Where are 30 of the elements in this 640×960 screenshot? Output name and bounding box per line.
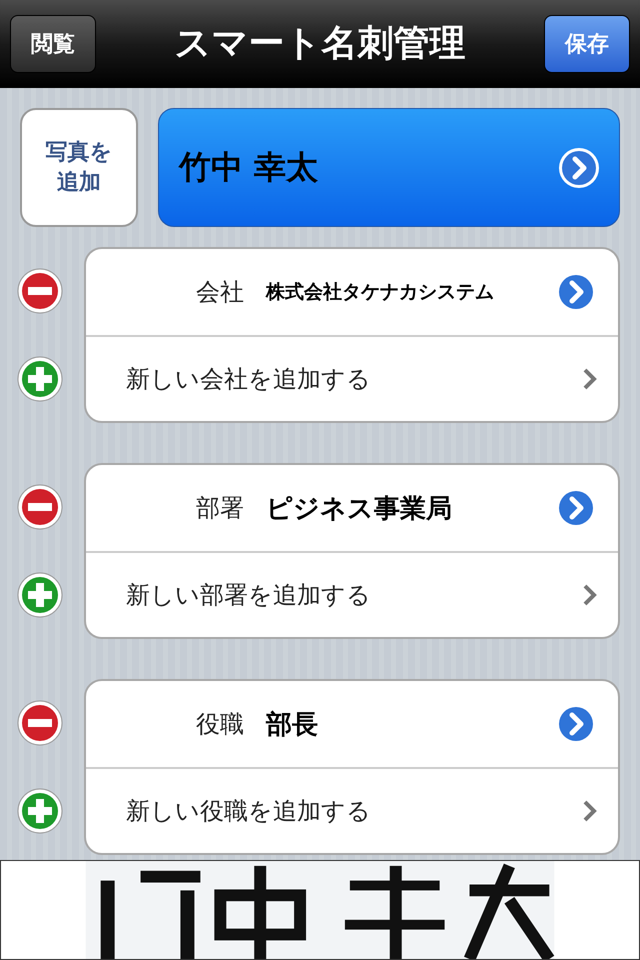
name-button[interactable]: 竹中 幸太	[158, 108, 620, 227]
remove-icon[interactable]	[16, 699, 64, 747]
add-icon[interactable]	[16, 787, 64, 835]
add-row[interactable]: 新しい部署を追加する	[86, 551, 618, 637]
field-value: 株式会社タケナカシステム	[266, 280, 495, 305]
field-label: 会社	[196, 277, 245, 308]
chevron-icon	[582, 799, 598, 823]
add-row[interactable]: 新しい役職を追加する	[86, 767, 618, 853]
browse-button[interactable]: 閲覧	[10, 14, 96, 72]
add-label: 新しい会社を追加する	[126, 364, 372, 395]
field-row[interactable]: 会社 株式会社タケナカシステム	[86, 249, 618, 335]
add-row[interactable]: 新しい会社を追加する	[86, 335, 618, 421]
app-title: スマート名刺管理	[174, 22, 466, 66]
field-value: ピジネス事業局	[266, 492, 453, 526]
field-label: 役職	[196, 709, 245, 740]
field-label: 部署	[196, 493, 245, 524]
chevron-icon	[582, 367, 598, 391]
save-button[interactable]: 保存	[544, 14, 630, 72]
field-value: 部長	[266, 708, 319, 742]
add-icon[interactable]	[16, 571, 64, 619]
add-label: 新しい部署を追加する	[126, 580, 372, 611]
disclosure-icon[interactable]	[557, 146, 601, 190]
chevron-icon	[582, 583, 598, 607]
field-row[interactable]: 役職 部長	[86, 681, 618, 767]
add-photo-button[interactable]: 写真を追加	[20, 108, 138, 227]
add-icon[interactable]	[16, 355, 64, 403]
field-row[interactable]: 部署 ピジネス事業局	[86, 465, 618, 551]
add-label: 新しい役職を追加する	[126, 796, 372, 827]
remove-icon[interactable]	[16, 267, 64, 315]
remove-icon[interactable]	[16, 483, 64, 531]
